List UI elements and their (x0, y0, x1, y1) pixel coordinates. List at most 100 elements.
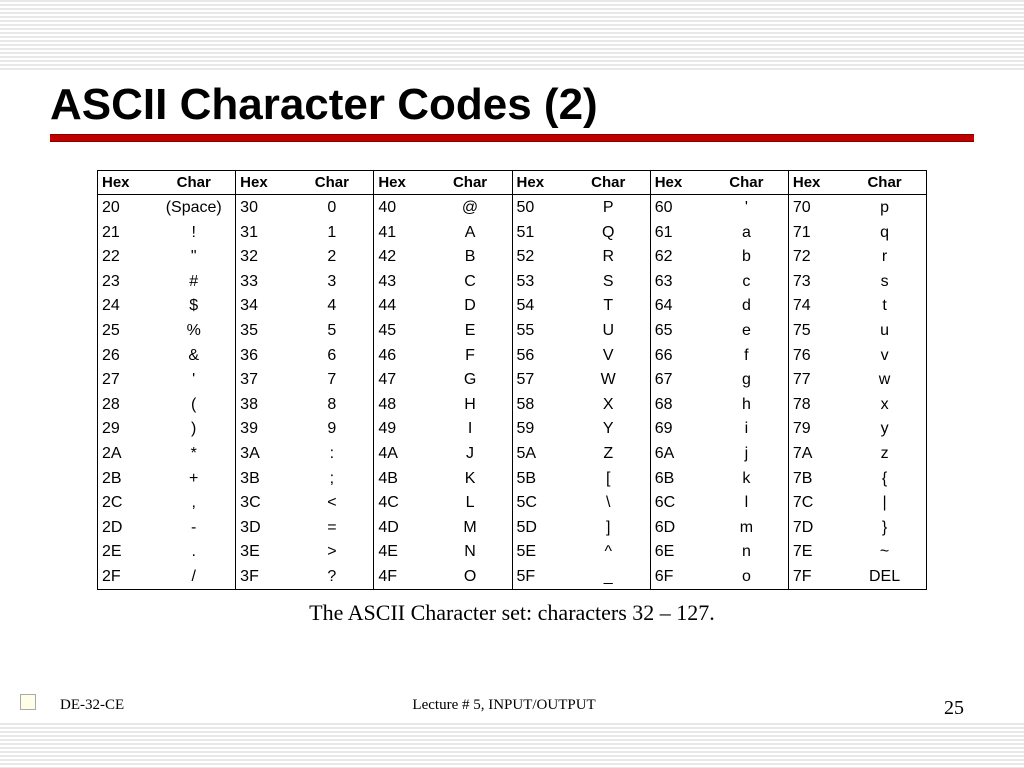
slide-title: ASCII Character Codes (2) (50, 80, 974, 130)
cell-hex: 42 (378, 246, 432, 268)
cell-char: w (847, 369, 922, 391)
cell-char: y (847, 418, 922, 440)
cell-char: 3 (294, 271, 369, 293)
cell-hex: 30 (240, 197, 294, 219)
cell-hex: 50 (517, 197, 571, 219)
cell-hex: 4D (378, 517, 432, 539)
cell-char: 4 (294, 295, 369, 317)
cell-char: W (571, 369, 646, 391)
cell-char: Z (571, 443, 646, 465)
cell-hex: 7C (793, 492, 847, 514)
cell-char: S (571, 271, 646, 293)
table-row: 3D= (236, 515, 373, 540)
header-hex: Hex (655, 174, 709, 191)
cell-char: { (847, 468, 922, 490)
table-row: 7B{ (789, 466, 926, 491)
cell-char: u (847, 320, 922, 342)
cell-char: / (156, 566, 231, 588)
cell-hex: 5E (517, 541, 571, 563)
cell-char: ! (156, 222, 231, 244)
cell-char: r (847, 246, 922, 268)
table-row: 58X (513, 392, 650, 417)
cell-hex: 54 (517, 295, 571, 317)
cell-hex: 7A (793, 443, 847, 465)
cell-char: _ (571, 566, 646, 588)
cell-char: = (294, 517, 369, 539)
table-row: 3E> (236, 539, 373, 564)
cell-char: ? (294, 566, 369, 588)
cell-hex: 2D (102, 517, 156, 539)
cell-hex: 45 (378, 320, 432, 342)
cell-char: [ (571, 468, 646, 490)
table-row: 6En (651, 539, 788, 564)
cell-char: 5 (294, 320, 369, 342)
cell-hex: 73 (793, 271, 847, 293)
table-row: 54T (513, 293, 650, 318)
cell-char: b (709, 246, 784, 268)
cell-hex: 7B (793, 468, 847, 490)
cell-hex: 5B (517, 468, 571, 490)
cell-hex: 53 (517, 271, 571, 293)
cell-char: ' (156, 369, 231, 391)
cell-char: $ (156, 295, 231, 317)
table-row: 25% (98, 318, 235, 343)
table-row: 74t (789, 293, 926, 318)
table-row: 366 (236, 343, 373, 368)
cell-char: C (433, 271, 508, 293)
cell-char: 2 (294, 246, 369, 268)
cell-char: p (847, 197, 922, 219)
table-row: 7D} (789, 515, 926, 540)
table-row: 41A (374, 220, 511, 245)
cell-char: f (709, 345, 784, 367)
ascii-column: HexChar50P51Q52R53S54T55U56V57W58X59Y5AZ… (512, 170, 650, 589)
table-row: 53S (513, 269, 650, 294)
cell-hex: 3F (240, 566, 294, 588)
cell-hex: 68 (655, 394, 709, 416)
table-row: 5E^ (513, 539, 650, 564)
table-row: 70p (789, 195, 926, 220)
table-row: 5AZ (513, 441, 650, 466)
cell-char: 8 (294, 394, 369, 416)
cell-char: t (847, 295, 922, 317)
cell-char: ^ (571, 541, 646, 563)
cell-char: V (571, 345, 646, 367)
cell-char: A (433, 222, 508, 244)
cell-hex: 47 (378, 369, 432, 391)
cell-hex: 56 (517, 345, 571, 367)
cell-hex: 59 (517, 418, 571, 440)
table-row: 72r (789, 244, 926, 269)
cell-hex: 36 (240, 345, 294, 367)
cell-char: K (433, 468, 508, 490)
table-row: 43C (374, 269, 511, 294)
table-row: 66f (651, 343, 788, 368)
cell-hex: 23 (102, 271, 156, 293)
cell-hex: 58 (517, 394, 571, 416)
cell-hex: 26 (102, 345, 156, 367)
cell-hex: 63 (655, 271, 709, 293)
cell-char: | (847, 492, 922, 514)
cell-hex: 6B (655, 468, 709, 490)
cell-hex: 79 (793, 418, 847, 440)
cell-char: Y (571, 418, 646, 440)
cell-char: N (433, 541, 508, 563)
table-row: 5C\ (513, 490, 650, 515)
cell-hex: 7F (793, 566, 847, 588)
ascii-table: HexChar20(Space)21!22"23#24$25%26&27'28(… (97, 170, 927, 590)
table-row: 7FDEL (789, 564, 926, 589)
cell-hex: 5F (517, 566, 571, 588)
ascii-column: HexChar60'61a62b63c64d65e66f67g68h69i6Aj… (650, 170, 788, 589)
table-row: 23# (98, 269, 235, 294)
table-row: 2D- (98, 515, 235, 540)
table-row: 67g (651, 367, 788, 392)
table-row: 6Cl (651, 490, 788, 515)
cell-char: - (156, 517, 231, 539)
table-row: 2B+ (98, 466, 235, 491)
table-row: 27' (98, 367, 235, 392)
table-row: 40@ (374, 195, 511, 220)
cell-hex: 2A (102, 443, 156, 465)
table-row: 2E. (98, 539, 235, 564)
cell-hex: 4B (378, 468, 432, 490)
cell-hex: 3C (240, 492, 294, 514)
table-row: 57W (513, 367, 650, 392)
cell-hex: 64 (655, 295, 709, 317)
